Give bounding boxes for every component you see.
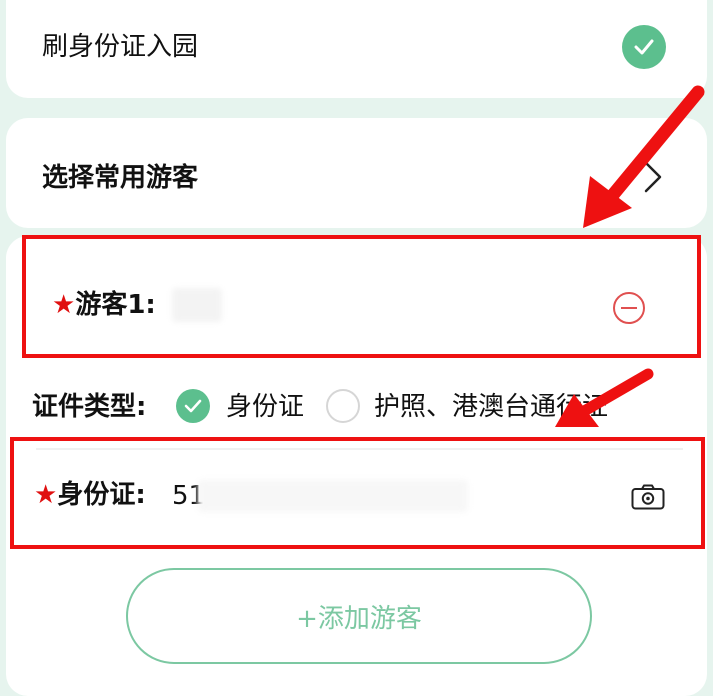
cert-type-label: 证件类型:: [32, 392, 147, 422]
camera-icon[interactable]: [631, 484, 665, 510]
chevron-right-icon[interactable]: [642, 160, 664, 194]
required-star: ★: [52, 290, 76, 320]
cert-option-passport-radio[interactable]: [326, 389, 360, 423]
minus-circle-icon[interactable]: [613, 292, 645, 324]
id-card-number-masked: [198, 480, 468, 512]
cert-option-id-label[interactable]: 身份证: [226, 394, 304, 420]
select-visitor-label: 选择常用游客: [42, 163, 199, 193]
visitor-1-label: ★游客1:: [52, 292, 156, 318]
check-icon: [184, 399, 202, 413]
required-star: ★: [34, 480, 58, 510]
visitor-label-text: 游客1:: [75, 290, 156, 320]
cert-option-id-radio[interactable]: [176, 389, 210, 423]
visitor-name-masked: [172, 288, 222, 322]
add-visitor-label: +添加游客: [296, 603, 422, 634]
row-divider: [36, 448, 683, 450]
swipe-id-check-toggle[interactable]: [622, 25, 666, 69]
cert-option-passport-label[interactable]: 护照、港澳台通行证: [374, 394, 608, 420]
id-card-label: ★身份证:: [34, 482, 146, 508]
check-icon: [634, 39, 654, 55]
id-card-label-text: 身份证:: [57, 480, 146, 510]
add-visitor-button[interactable]: +添加游客: [126, 568, 592, 664]
swipe-id-label: 刷身份证入园: [42, 32, 199, 62]
